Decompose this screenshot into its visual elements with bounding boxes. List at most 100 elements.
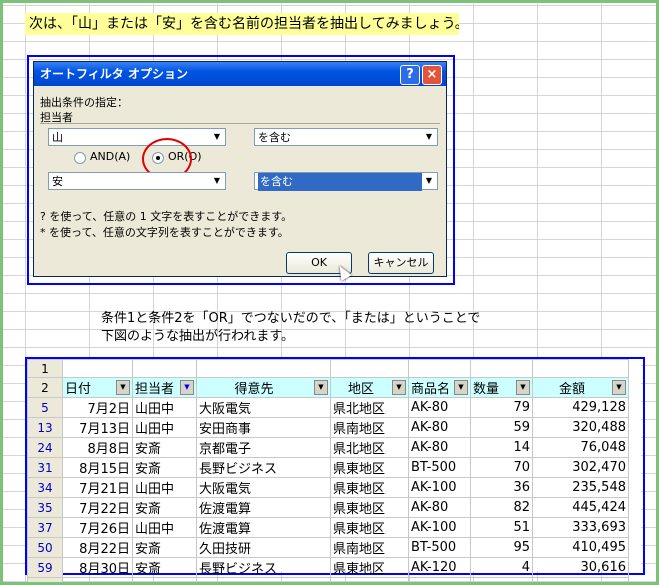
cell-person[interactable]: 山田中 <box>132 417 197 438</box>
cell-area[interactable]: 県北地区 <box>330 397 409 418</box>
cell-person[interactable]: 山田中 <box>132 397 197 418</box>
cell-qty[interactable]: 79 <box>470 397 533 418</box>
filter-dropdown-icon[interactable]: ▼ <box>392 380 406 395</box>
close-button[interactable]: × <box>422 65 442 85</box>
cell-qty[interactable]: 82 <box>470 497 533 518</box>
cell-amount[interactable]: 76,048 <box>532 437 629 458</box>
header-row: 2 日付 ▼ 担当者 ▼ 得意先 ▼ 地区 ▼ 商品名 ▼ 数量 ▼ 金額 ▼ <box>27 377 629 398</box>
filter-active-dropdown-icon[interactable]: ▼ <box>180 380 194 395</box>
cell-client[interactable]: 長野ビジネス <box>196 457 331 478</box>
cell-person[interactable]: 安斎 <box>132 497 197 518</box>
row-number[interactable]: 13 <box>27 417 63 438</box>
result-table: 1 2 日付 ▼ 担当者 ▼ 得意先 ▼ 地区 ▼ 商品名 ▼ 数量 ▼ 金額 ▼ 5 7月2日… <box>27 359 629 582</box>
cell-amount[interactable]: 429,128 <box>532 397 629 418</box>
row-number[interactable]: 61 <box>27 577 63 582</box>
value2-text: 安 <box>52 175 63 188</box>
cell-amount[interactable]: 30,616 <box>532 557 629 578</box>
chevron-down-icon[interactable]: ▼ <box>210 130 224 144</box>
cell-area[interactable]: 県南地区 <box>330 537 409 558</box>
cell-area[interactable]: 県東地区 <box>330 557 409 578</box>
cell-client[interactable]: 大阪電気 <box>196 477 331 498</box>
cell-client[interactable]: 長野ビジネス <box>196 557 331 578</box>
value2-combobox[interactable]: 安 ▼ <box>48 172 226 190</box>
cell-client[interactable]: 京都電子 <box>196 437 331 458</box>
cell-item[interactable]: AK-80 <box>408 417 471 438</box>
cell-qty[interactable]: 36 <box>470 477 533 498</box>
cell-area[interactable]: 県東地区 <box>330 477 409 498</box>
cell-area[interactable]: 県北地区 <box>330 437 409 458</box>
filter-dropdown-icon[interactable]: ▼ <box>116 380 130 395</box>
row-number[interactable]: 37 <box>27 517 63 538</box>
cell-item[interactable]: AK-80 <box>408 397 471 418</box>
cell-person[interactable]: 山田中 <box>132 517 197 538</box>
cell-item[interactable]: BT-500 <box>408 537 471 558</box>
operator2-combobox[interactable]: を含む ▼ <box>254 172 438 191</box>
cell-item[interactable]: BT-500 <box>408 457 471 478</box>
operator1-combobox[interactable]: を含む ▼ <box>254 128 438 146</box>
cell-qty[interactable]: 51 <box>470 517 533 538</box>
row-number[interactable]: 1 <box>27 359 63 378</box>
cell-area[interactable]: 県南地区 <box>330 417 409 438</box>
cell-qty[interactable]: 70 <box>470 457 533 478</box>
cell-qty[interactable]: 95 <box>470 537 533 558</box>
chevron-down-icon[interactable]: ▼ <box>422 174 436 188</box>
row-number[interactable]: 59 <box>27 557 63 578</box>
chevron-down-icon[interactable]: ▼ <box>210 174 224 188</box>
cell-person[interactable]: 安斎 <box>132 437 197 458</box>
dialog-title: オートフィルタ オプション <box>40 67 188 81</box>
cell-person[interactable]: 安斎 <box>132 557 197 578</box>
and-radio[interactable] <box>74 152 86 164</box>
cell-item[interactable]: AK-80 <box>408 497 471 518</box>
value1-combobox[interactable]: 山 ▼ <box>48 128 226 146</box>
row-number[interactable]: 34 <box>27 477 63 498</box>
cell-item[interactable]: AK-100 <box>408 477 471 498</box>
row-number[interactable]: 31 <box>27 457 63 478</box>
cell-amount[interactable]: 445,424 <box>532 497 629 518</box>
row-number[interactable]: 35 <box>27 497 63 518</box>
filter-dropdown-icon[interactable]: ▼ <box>516 380 530 395</box>
cell-item[interactable]: AK-120 <box>408 557 471 578</box>
cell-date[interactable]: 8月22日 <box>62 537 133 558</box>
cell-item[interactable]: AK-80 <box>408 437 471 458</box>
divider <box>40 123 440 124</box>
cell-amount[interactable]: 333,693 <box>532 517 629 538</box>
cell-client[interactable]: 佐渡電算 <box>196 517 331 538</box>
row-number[interactable]: 50 <box>27 537 63 558</box>
cell-amount[interactable]: 410,495 <box>532 537 629 558</box>
cell-date[interactable]: 7月13日 <box>62 417 133 438</box>
cell-area[interactable]: 県東地区 <box>330 497 409 518</box>
cell-date[interactable]: 8月15日 <box>62 457 133 478</box>
cell-client[interactable]: 安田商事 <box>196 417 331 438</box>
cell-client[interactable]: 久田技研 <box>196 537 331 558</box>
cell-person[interactable]: 山田中 <box>132 477 197 498</box>
cell-date[interactable]: 8月8日 <box>62 437 133 458</box>
row-number[interactable]: 2 <box>27 377 63 398</box>
cell-item[interactable]: AK-100 <box>408 517 471 538</box>
cell-client[interactable]: 大阪電気 <box>196 397 331 418</box>
cell-amount[interactable]: 302,470 <box>532 457 629 478</box>
cell-date[interactable]: 7月26日 <box>62 517 133 538</box>
cell-qty[interactable]: 14 <box>470 437 533 458</box>
cell-qty[interactable]: 4 <box>470 557 533 578</box>
cell-date[interactable]: 7月21日 <box>62 477 133 498</box>
filter-dropdown-icon[interactable]: ▼ <box>314 380 328 395</box>
chevron-down-icon[interactable]: ▼ <box>422 130 436 144</box>
cell-client[interactable]: 佐渡電算 <box>196 497 331 518</box>
filter-dropdown-icon[interactable]: ▼ <box>454 380 468 395</box>
cell-date[interactable]: 8月30日 <box>62 557 133 578</box>
cancel-button[interactable]: キャンセル <box>368 252 434 274</box>
cell-person[interactable]: 安斎 <box>132 537 197 558</box>
dialog-titlebar[interactable]: オートフィルタ オプション ? × <box>34 62 446 86</box>
cell-amount[interactable]: 235,548 <box>532 477 629 498</box>
filter-dropdown-icon[interactable]: ▼ <box>612 380 626 395</box>
cell-qty[interactable]: 59 <box>470 417 533 438</box>
cell-date[interactable]: 7月2日 <box>62 397 133 418</box>
row-number[interactable]: 24 <box>27 437 63 458</box>
cell-area[interactable]: 県東地区 <box>330 457 409 478</box>
cell-amount[interactable]: 320,488 <box>532 417 629 438</box>
row-number[interactable]: 5 <box>27 397 63 418</box>
cell-person[interactable]: 安斎 <box>132 457 197 478</box>
cell-date[interactable]: 7月22日 <box>62 497 133 518</box>
cell-area[interactable]: 県東地区 <box>330 517 409 538</box>
help-button[interactable]: ? <box>400 65 420 85</box>
